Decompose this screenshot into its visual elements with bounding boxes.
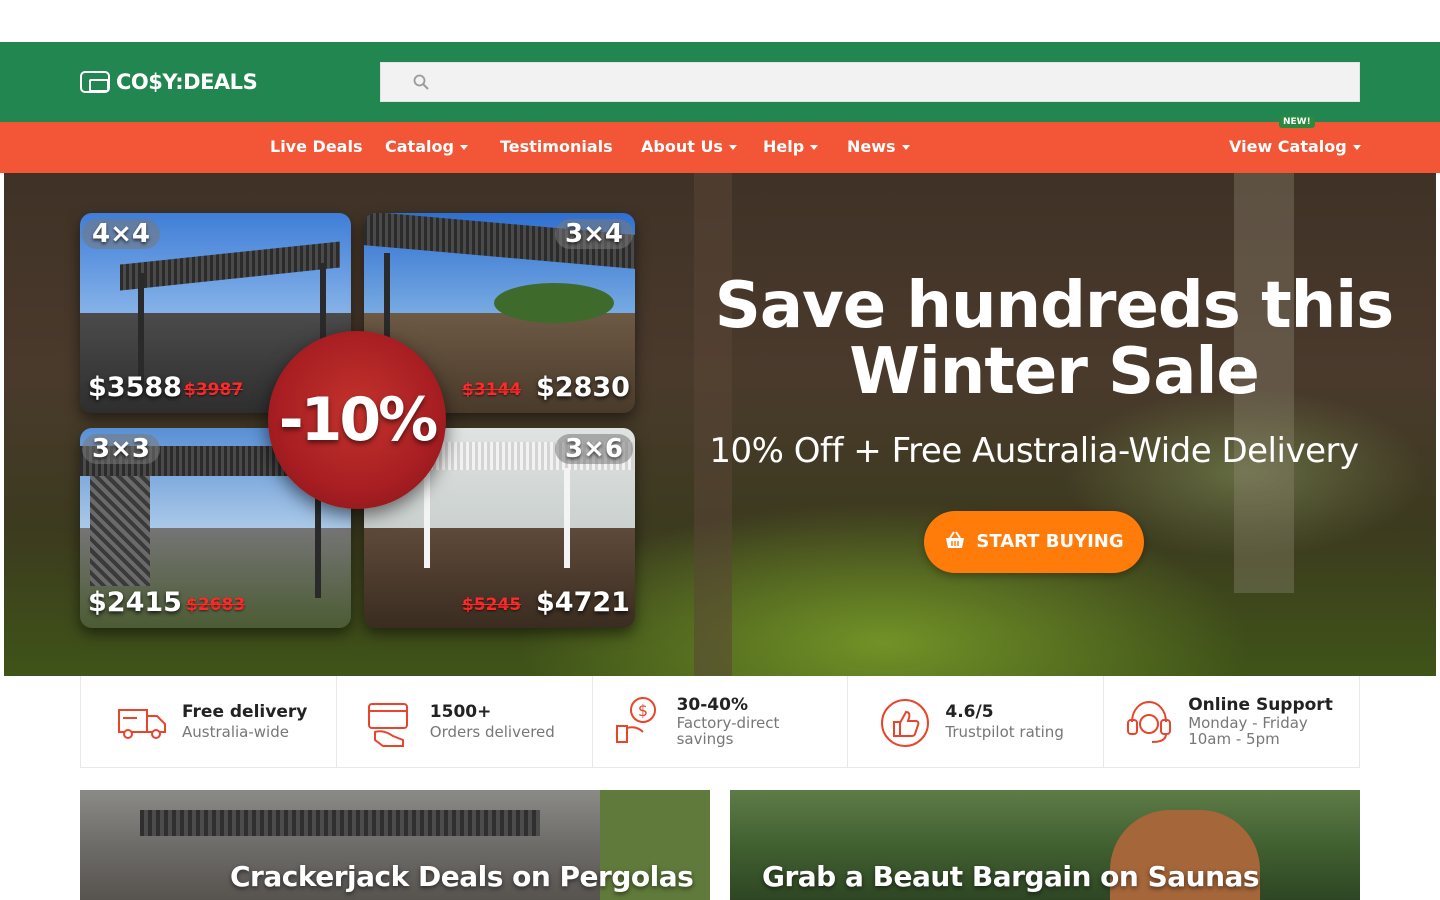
price-new: $3588 — [88, 372, 182, 403]
nav-live-deals[interactable]: Live Deals — [270, 122, 362, 173]
hero-headline-line2: Winter Sale — [849, 335, 1260, 409]
search-input[interactable] — [380, 62, 1360, 102]
shopping-basket-icon — [946, 531, 965, 548]
feature-title: Online Support — [1188, 695, 1333, 715]
screen-panel — [90, 476, 150, 586]
promo-title: Crackerjack Deals on Pergolas — [230, 860, 694, 893]
start-buying-label: START BUYING — [976, 531, 1124, 552]
nav-testimonials[interactable]: Testimonials — [500, 122, 613, 173]
price-new: $4721 — [536, 587, 630, 618]
hero-subheadline: 10% Off + Free Australia-Wide Delivery — [709, 431, 1359, 471]
card-hand-icon — [367, 703, 408, 747]
start-buying-button[interactable]: START BUYING — [924, 511, 1144, 573]
search-icon[interactable] — [413, 74, 429, 90]
discount-badge: -10% — [268, 331, 446, 509]
feature-support: Online Support Monday - Friday 10am - 5p… — [1104, 676, 1359, 767]
feature-subtitle: Monday - Friday 10am - 5pm — [1188, 714, 1308, 748]
nav-label: Testimonials — [500, 137, 613, 156]
main-nav: Live Deals Catalog Testimonials About Us… — [0, 122, 1440, 173]
promo-pergola-roof — [140, 810, 540, 836]
delivery-truck-icon — [118, 709, 166, 739]
pergola-post — [564, 468, 570, 568]
pergola-post — [424, 468, 430, 568]
price-old: $2683 — [186, 595, 246, 615]
feature-title: 30-40% — [676, 695, 748, 715]
site-header: CO$Y:DEALS — [0, 42, 1440, 122]
nav-label: Live Deals — [270, 137, 363, 156]
nav-news[interactable]: News — [847, 122, 910, 173]
nav-label: About Us — [641, 137, 723, 156]
new-badge: NEW! — [1279, 116, 1315, 128]
thumbs-up-icon — [881, 699, 930, 747]
hero-headline-line1: Save hundreds this — [714, 269, 1395, 343]
feature-strip: Free delivery Australia-wide 1500+ Order… — [80, 676, 1360, 768]
headset-icon — [1127, 700, 1172, 743]
nav-about-us[interactable]: About Us — [641, 122, 737, 173]
caret-down-icon — [810, 145, 819, 150]
nav-view-catalog[interactable]: View Catalog — [1229, 122, 1361, 173]
caret-down-icon — [459, 145, 468, 150]
nav-label: Help — [763, 137, 805, 156]
price-old: $3144 — [462, 380, 522, 400]
nav-label: Catalog — [385, 137, 454, 156]
caret-down-icon — [1352, 145, 1361, 150]
price-new: $2830 — [536, 372, 630, 403]
feature-subtitle: Australia-wide — [182, 723, 289, 741]
feature-orders: 1500+ Orders delivered — [337, 676, 593, 767]
hero-headline: Save hundreds this Winter Sale — [684, 273, 1424, 405]
feature-subtitle: Factory-direct savings — [676, 714, 780, 748]
site-logo[interactable]: CO$Y:DEALS — [80, 70, 258, 94]
caret-down-icon — [901, 145, 910, 150]
top-spacer — [0, 0, 1440, 42]
feature-savings: $ 30-40% Factory-direct savings — [593, 676, 849, 767]
savings-hand-icon: $ — [615, 697, 656, 743]
price-old: $3987 — [184, 380, 244, 400]
feature-title: 4.6/5 — [945, 702, 994, 722]
feature-subtitle: Orders delivered — [429, 723, 555, 741]
promo-saunas[interactable]: Grab a Beaut Bargain on Saunas — [730, 790, 1360, 900]
feature-title: Free delivery — [182, 702, 308, 722]
background-tree — [694, 173, 732, 676]
size-tag: 3×3 — [82, 434, 160, 464]
tree-foliage — [494, 283, 614, 323]
promo-pergolas[interactable]: Crackerjack Deals on Pergolas — [80, 790, 710, 900]
feature-title: 1500+ — [429, 702, 492, 722]
feature-subtitle: Trustpilot rating — [945, 723, 1064, 741]
logo-text: CO$Y:DEALS — [116, 70, 258, 94]
size-tag: 3×6 — [555, 434, 633, 464]
nav-label: View Catalog — [1229, 137, 1347, 156]
hero-banner: 4×4 $3588 $3987 3×4 $3144 $2830 3×3 $241… — [4, 173, 1436, 676]
caret-down-icon — [728, 145, 737, 150]
feature-free-delivery: Free delivery Australia-wide — [81, 676, 337, 767]
size-tag: 4×4 — [82, 219, 160, 249]
svg-text:$: $ — [638, 701, 648, 720]
price-new: $2415 — [88, 587, 182, 618]
size-tag: 3×4 — [555, 219, 633, 249]
feature-rating: 4.6/5 Trustpilot rating — [848, 676, 1105, 767]
nav-label: News — [847, 137, 896, 156]
price-old: $5245 — [462, 595, 522, 615]
promo-title: Grab a Beaut Bargain on Saunas — [762, 860, 1260, 893]
logo-mark-icon — [80, 71, 110, 93]
nav-help[interactable]: Help — [763, 122, 819, 173]
nav-catalog[interactable]: Catalog — [385, 122, 468, 173]
